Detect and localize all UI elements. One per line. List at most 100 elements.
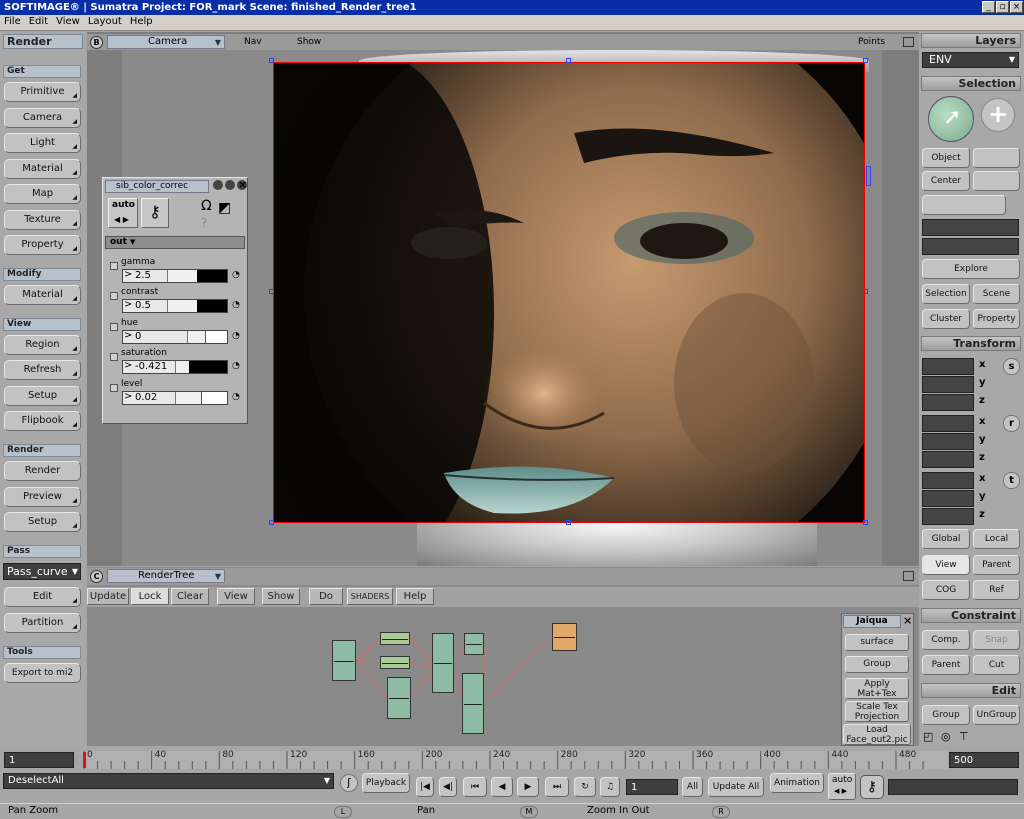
shader-node[interactable] — [332, 640, 356, 681]
axis-x-label[interactable]: x — [979, 416, 985, 427]
animate-icon[interactable]: ◔ — [232, 331, 240, 341]
export-mi2-button[interactable]: Export to mi2 — [4, 663, 81, 683]
translate-y-field[interactable] — [922, 490, 974, 507]
axis-x-label[interactable]: x — [979, 473, 985, 484]
shader-node[interactable] — [387, 677, 411, 719]
center-filter-field[interactable] — [973, 171, 1020, 191]
object-button[interactable]: Object — [922, 148, 970, 168]
shader-node[interactable] — [462, 673, 484, 734]
region-handle[interactable] — [863, 289, 868, 294]
cut-button[interactable]: Cut — [973, 655, 1020, 675]
hue-checkbox[interactable] — [110, 323, 118, 331]
first-frame-icon[interactable]: |◀ — [416, 777, 434, 797]
selection-text-field-1[interactable] — [922, 219, 1019, 236]
global-button[interactable]: Global — [922, 529, 970, 549]
cog-button[interactable]: COG — [922, 580, 970, 600]
prev-key-icon[interactable]: ◀| — [439, 777, 457, 797]
modify-material-button[interactable]: Material ◢ — [4, 285, 81, 305]
play-reverse-icon[interactable]: ◀ — [491, 777, 513, 797]
update-all-button[interactable]: Update All — [708, 777, 764, 797]
selection-text-field-2[interactable] — [922, 238, 1019, 255]
axis-z-label[interactable]: z — [979, 452, 985, 463]
render-render-button[interactable]: Render — [4, 461, 81, 481]
local-button[interactable]: Local — [973, 529, 1020, 549]
translate-mode-button[interactable]: t — [1003, 472, 1020, 489]
axis-z-label[interactable]: z — [979, 395, 985, 406]
maximize-render-tree-icon[interactable] — [903, 571, 914, 581]
scale-z-field[interactable] — [922, 394, 974, 411]
snap-button[interactable]: Snap — [973, 630, 1020, 650]
close-button[interactable]: × — [1010, 1, 1023, 13]
playback-button[interactable]: Playback — [362, 773, 410, 793]
shaders-menu-button[interactable]: SHADERS — [347, 588, 393, 605]
add-selection-icon[interactable]: + — [981, 98, 1015, 132]
animate-icon[interactable]: ◔ — [232, 392, 240, 402]
property-filter-button[interactable]: Property — [973, 309, 1020, 329]
layers-title[interactable]: Layers — [921, 33, 1021, 48]
material-node[interactable] — [552, 623, 577, 651]
center-button[interactable]: Center — [922, 171, 970, 191]
menu-file[interactable]: File — [0, 15, 25, 28]
translate-x-field[interactable] — [922, 472, 974, 489]
render-tree-badge[interactable]: C — [90, 570, 103, 583]
view-region-button[interactable]: Region ◢ — [4, 335, 81, 355]
show-menu[interactable]: Show — [297, 37, 321, 47]
current-frame-field[interactable]: 1 — [626, 779, 678, 795]
out-tab[interactable]: out ▼ — [105, 236, 245, 249]
time-slider[interactable] — [82, 751, 948, 769]
view-flipbook-button[interactable]: Flipbook ◢ — [4, 411, 81, 431]
select-tool-icon[interactable]: ➚ — [928, 96, 974, 142]
magnet-icon[interactable]: Ω — [201, 198, 212, 214]
region-handle[interactable] — [566, 58, 571, 63]
timeline-start-field[interactable]: 1 — [4, 752, 74, 768]
jaiqua-title[interactable]: Jaiqua — [843, 615, 901, 628]
animate-icon[interactable]: ◔ — [232, 361, 240, 371]
edit-title[interactable]: Edit — [921, 683, 1021, 698]
get-texture-button[interactable]: Texture ◢ — [4, 210, 81, 230]
jaiqua-group-button[interactable]: Group — [845, 656, 909, 673]
step-forward-icon[interactable]: ⏭ — [545, 777, 569, 797]
animate-icon[interactable]: ◔ — [232, 300, 240, 310]
rotate-z-field[interactable] — [922, 451, 974, 468]
camera-select[interactable]: Camera ▼ — [107, 35, 225, 49]
shader-node[interactable] — [432, 633, 454, 693]
animation-button[interactable]: Animation — [770, 773, 824, 793]
rotate-x-field[interactable] — [922, 415, 974, 432]
rotate-y-field[interactable] — [922, 433, 974, 450]
get-property-button[interactable]: Property ◢ — [4, 235, 81, 255]
menu-layout[interactable]: Layout — [84, 15, 126, 28]
timeline-end-field[interactable]: 500 — [949, 752, 1019, 768]
shader-node[interactable] — [380, 632, 410, 645]
axis-z-label[interactable]: z — [979, 509, 985, 520]
region-handle[interactable] — [566, 520, 571, 525]
explore-button[interactable]: Explore — [922, 259, 1020, 279]
axis-y-label[interactable]: y — [979, 377, 986, 388]
menu-edit[interactable]: Edit — [25, 15, 52, 28]
update-button[interactable]: Update — [87, 588, 129, 605]
load-face-button[interactable]: Load Face_out2.pic — [843, 724, 911, 745]
pass-partition-button[interactable]: Partition ◢ — [4, 613, 81, 633]
region-handle[interactable] — [269, 520, 274, 525]
close-icon[interactable]: × — [903, 614, 912, 627]
play-forward-icon[interactable]: ▶ — [517, 777, 539, 797]
get-primitive-button[interactable]: Primitive ◢ — [4, 82, 81, 102]
region-handle[interactable] — [863, 520, 868, 525]
layer-select[interactable]: ENV ▼ — [922, 52, 1019, 68]
region-handle[interactable] — [269, 58, 274, 63]
ungroup-button[interactable]: UnGroup — [973, 705, 1020, 725]
render-tree-select[interactable]: RenderTree ▼ — [107, 569, 225, 583]
saturation-checkbox[interactable] — [110, 353, 118, 361]
object-view-icon[interactable]: ◰ — [923, 730, 933, 743]
nav-menu[interactable]: Nav — [244, 37, 262, 47]
selection-filter-field[interactable] — [922, 195, 1006, 215]
refresh-icon[interactable] — [225, 180, 235, 190]
cluster-filter-button[interactable]: Cluster — [922, 309, 970, 329]
pass-select[interactable]: Pass_curve ▼ — [3, 563, 81, 580]
render-setup-button[interactable]: Setup ◢ — [4, 512, 81, 532]
group-button[interactable]: Group — [922, 705, 970, 725]
parent-constraint-button[interactable]: Parent — [922, 655, 970, 675]
pass-edit-button[interactable]: Edit ◢ — [4, 587, 81, 607]
command-line-field[interactable]: DeselectAll ▼ — [3, 773, 334, 789]
maximize-button[interactable]: ▫ — [996, 1, 1009, 13]
minimize-button[interactable]: _ — [982, 1, 995, 13]
